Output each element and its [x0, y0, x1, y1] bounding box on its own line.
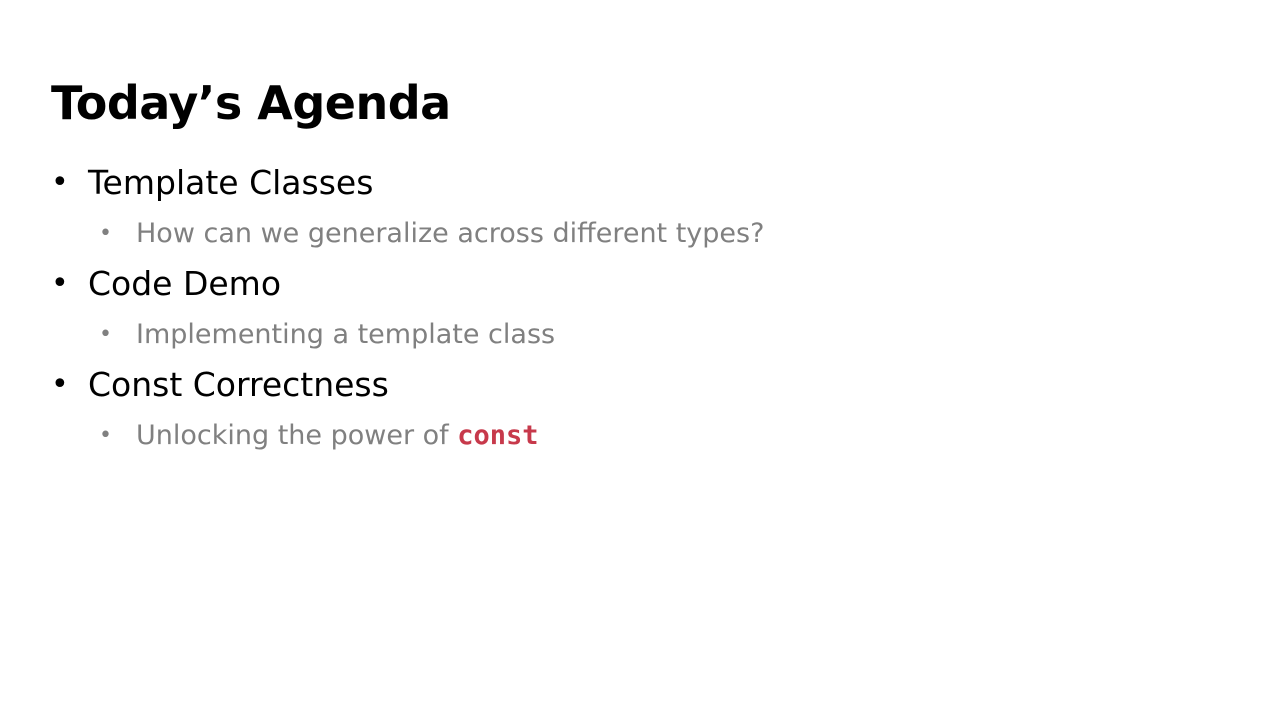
agenda-subitem: • How can we generalize across different… [51, 208, 1201, 259]
bullet-icon: • [51, 266, 69, 301]
slide-title: Today’s Agenda [51, 76, 451, 130]
agenda-subitem: • Unlocking the power of const [51, 410, 1201, 461]
slide: Today’s Agenda • Template Classes • How … [0, 0, 1280, 720]
agenda-subitem-label: Unlocking the power of const [136, 410, 539, 461]
agenda-list: • Template Classes • How can we generali… [51, 158, 1201, 461]
agenda-item-label: Template Classes [88, 163, 374, 202]
sub-bullet-icon: • [99, 221, 112, 246]
bullet-icon: • [51, 367, 69, 402]
sub-bullet-icon: • [99, 423, 112, 448]
bullet-icon: • [51, 165, 69, 200]
agenda-item-label: Code Demo [88, 264, 282, 303]
agenda-subitem: • Implementing a template class [51, 309, 1201, 360]
agenda-item-code-demo: • Code Demo • Implementing a template cl… [51, 259, 1201, 360]
agenda-item-row: • Code Demo [51, 259, 1201, 309]
agenda-subitem-prefix: Unlocking the power of [136, 420, 458, 451]
agenda-item-template-classes: • Template Classes • How can we generali… [51, 158, 1201, 259]
agenda-subitem-label: How can we generalize across different t… [136, 218, 765, 249]
agenda-item-label: Const Correctness [88, 365, 389, 404]
agenda-item-row: • Template Classes [51, 158, 1201, 208]
const-keyword: const [457, 420, 539, 451]
agenda-item-row: • Const Correctness [51, 360, 1201, 410]
sub-bullet-icon: • [99, 322, 112, 347]
agenda-subitem-label: Implementing a template class [136, 319, 556, 350]
agenda-item-const-correctness: • Const Correctness • Unlocking the powe… [51, 360, 1201, 461]
